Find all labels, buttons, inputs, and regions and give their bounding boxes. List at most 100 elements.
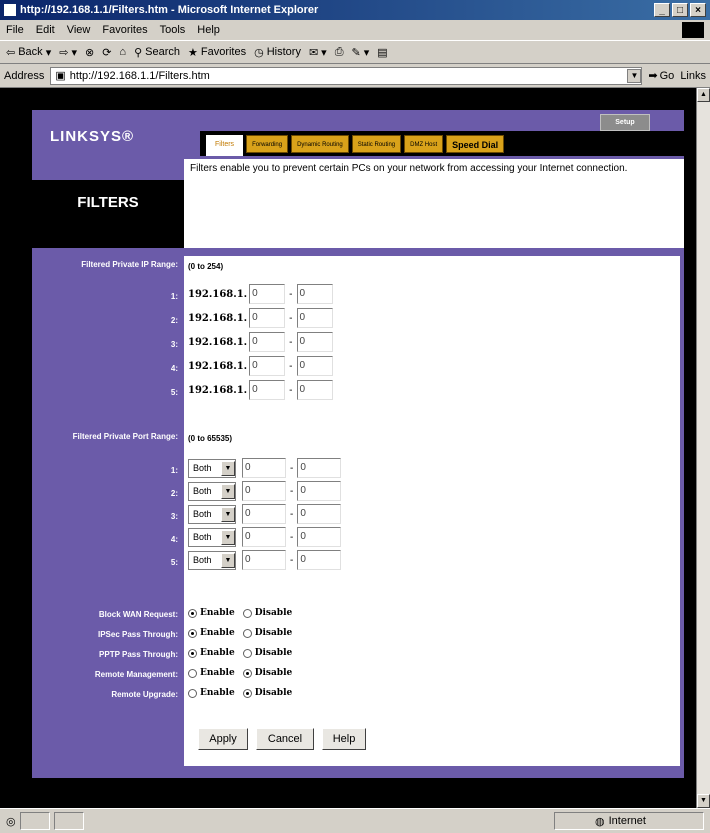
maximize-button[interactable]: □ — [672, 3, 688, 17]
links-button[interactable]: Links — [680, 70, 706, 82]
block-wan-enable-radio[interactable] — [188, 608, 197, 618]
edit-button[interactable]: ✎ ▾ — [352, 46, 370, 59]
protocol-value: Both — [193, 509, 212, 519]
address-dropdown[interactable]: ▼ — [627, 68, 642, 83]
protocol-select-2[interactable]: Both ▼ — [188, 481, 236, 501]
port-row-2: Both ▼ 0 - 0 — [188, 481, 342, 501]
remote-upgrade-disable-radio[interactable] — [242, 688, 252, 698]
home-button[interactable]: ⌂ — [119, 46, 126, 58]
discuss-icon: ▤ — [377, 46, 388, 59]
port-to-4[interactable]: 0 — [297, 527, 342, 547]
port-row-3-num: 3: — [170, 512, 178, 521]
ip-to-2[interactable]: 0 — [296, 308, 333, 328]
protocol-select-1[interactable]: Both ▼ — [188, 458, 236, 478]
ip-to-1[interactable]: 0 — [296, 284, 333, 304]
vertical-scrollbar[interactable]: ▲ ▼ — [696, 88, 710, 808]
minimize-button[interactable]: _ — [654, 3, 670, 17]
scroll-down-arrow-icon[interactable]: ▼ — [697, 794, 710, 808]
menu-bar: File Edit View Favorites Tools Help — [0, 20, 710, 40]
print-button[interactable]: ⎙ — [335, 46, 344, 59]
linksys-logo: LINKSYS® — [50, 128, 135, 145]
ip-from-5[interactable]: 0 — [249, 380, 286, 400]
back-arrow-icon: ⇦ — [6, 46, 16, 59]
tab-dmz-host[interactable]: DMZ Host — [404, 134, 444, 153]
port-from-3[interactable]: 0 — [242, 504, 286, 524]
search-button[interactable]: ⚲ Search — [134, 46, 180, 59]
tab-static-routing[interactable]: Static Routing — [351, 134, 402, 153]
discuss-button[interactable]: ▤ — [377, 46, 387, 59]
remote-upgrade-enable-radio[interactable] — [188, 688, 197, 698]
stop-button[interactable]: ⊗ — [85, 46, 94, 59]
disable-label: Disable — [254, 688, 293, 698]
page-viewport: LINKSYS® Setup Filters Forwarding Dynami… — [0, 88, 696, 808]
port-to-5[interactable]: 0 — [297, 550, 342, 570]
pptp-disable-radio[interactable] — [242, 648, 252, 658]
globe-icon: ◍ — [595, 815, 605, 828]
window-titlebar: http://192.168.1.1/Filters.htm - Microso… — [0, 0, 710, 20]
port-row-1: Both ▼ 0 - 0 — [188, 458, 342, 478]
menu-favorites[interactable]: Favorites — [102, 24, 147, 36]
range-dash: - — [289, 360, 293, 372]
remote-management-disable-radio[interactable] — [242, 668, 252, 678]
port-to-3[interactable]: 0 — [297, 504, 342, 524]
favorites-button[interactable]: ★ Favorites — [188, 46, 246, 59]
setup-button[interactable]: Setup — [600, 114, 650, 131]
filters-form: (0 to 254) 192.168.1. 0 - 0 192.168.1. 0… — [184, 256, 680, 766]
apply-button[interactable]: Apply — [198, 728, 248, 750]
history-button[interactable]: ◷ History — [254, 46, 301, 59]
dropdown-arrow-icon: ▼ — [221, 506, 235, 522]
menu-view[interactable]: View — [67, 24, 91, 36]
pptp-enable-radio[interactable] — [188, 648, 197, 658]
remote-management-label: Remote Management: — [94, 670, 178, 679]
protocol-select-4[interactable]: Both ▼ — [188, 527, 236, 547]
port-to-1[interactable]: 0 — [297, 458, 342, 478]
ip-to-4[interactable]: 0 — [296, 356, 333, 376]
menu-edit[interactable]: Edit — [36, 24, 55, 36]
ip-to-3[interactable]: 0 — [296, 332, 333, 352]
help-button[interactable]: Help — [322, 728, 366, 750]
port-range-label: Filtered Private Port Range: — [72, 432, 178, 441]
enable-label: Enable — [200, 608, 235, 618]
remote-management-enable-radio[interactable] — [188, 668, 197, 678]
protocol-select-5[interactable]: Both ▼ — [188, 550, 236, 570]
ip-range-label: Filtered Private IP Range: — [81, 260, 178, 269]
protocol-select-3[interactable]: Both ▼ — [188, 504, 236, 524]
port-from-2[interactable]: 0 — [242, 481, 286, 501]
menu-help[interactable]: Help — [197, 24, 220, 36]
ip-hint: (0 to 254) — [188, 262, 224, 271]
tab-speed-dial[interactable]: Speed Dial — [446, 134, 505, 153]
port-from-5[interactable]: 0 — [242, 550, 286, 570]
menu-file[interactable]: File — [6, 24, 24, 36]
mail-button[interactable]: ✉ ▾ — [309, 46, 327, 59]
favorites-icon: ★ — [187, 46, 198, 59]
filters-frame: Filtered Private IP Range: 1: 2: 3: 4: 5… — [32, 248, 684, 778]
block-wan-disable-radio[interactable] — [242, 608, 252, 618]
scroll-up-arrow-icon[interactable]: ▲ — [697, 88, 710, 102]
back-button[interactable]: ⇦ Back ▾ — [6, 46, 51, 59]
ip-from-4[interactable]: 0 — [249, 356, 286, 376]
close-button[interactable]: × — [690, 3, 706, 17]
enable-label: Enable — [200, 628, 235, 638]
ip-to-5[interactable]: 0 — [296, 380, 333, 400]
refresh-button[interactable]: ⟳ — [102, 46, 111, 59]
port-from-1[interactable]: 0 — [242, 458, 286, 478]
ipsec-enable-radio[interactable] — [188, 628, 197, 638]
ip-row-2-num: 2: — [170, 316, 178, 325]
protocol-value: Both — [193, 463, 212, 473]
menu-tools[interactable]: Tools — [160, 24, 186, 36]
cancel-button[interactable]: Cancel — [256, 728, 314, 750]
ip-from-3[interactable]: 0 — [249, 332, 286, 352]
tab-filters[interactable]: Filters — [206, 134, 244, 156]
tab-forwarding[interactable]: Forwarding — [246, 134, 289, 153]
favorites-label: Favorites — [200, 46, 247, 58]
forward-button[interactable]: ⇨ ▾ — [59, 46, 77, 59]
ip-from-1[interactable]: 0 — [249, 284, 286, 304]
ipsec-disable-radio[interactable] — [242, 628, 252, 638]
ip-from-2[interactable]: 0 — [249, 308, 286, 328]
address-input[interactable]: ▣ http://192.168.1.1/Filters.htm ▼ — [50, 66, 643, 85]
port-from-4[interactable]: 0 — [242, 527, 286, 547]
tab-dynamic-routing[interactable]: Dynamic Routing — [291, 134, 349, 153]
go-button[interactable]: ➡ Go — [648, 69, 674, 83]
port-to-2[interactable]: 0 — [297, 481, 342, 501]
page-icon: ▣ — [55, 70, 66, 82]
